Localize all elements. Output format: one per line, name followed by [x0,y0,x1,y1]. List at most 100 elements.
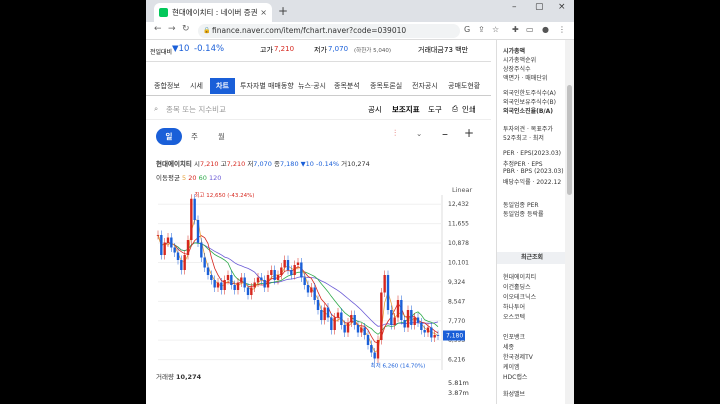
open-value: 7,210 [199,160,219,168]
address-bar[interactable]: 🔒 finance.naver.com/item/fchart.naver?co… [198,24,460,38]
tab-disclosure[interactable]: 전자공시 [412,81,438,91]
tab-analysis[interactable]: 종목분석 [334,81,360,91]
min-annotation: 최저 6,260 (14.70%) [371,362,426,370]
close-window-button[interactable]: × [558,2,566,12]
tab-overview[interactable]: 종합정보 [154,81,180,91]
candle-body [223,280,226,290]
tab-chart[interactable]: 차트 [210,78,235,94]
candle-body [286,260,290,270]
recent-item[interactable]: 인포뱅크 [503,332,525,341]
extensions-icon[interactable]: ✚ [512,25,519,34]
tab-discussion[interactable]: 종목토론실 [370,81,402,91]
stock-name: 현대에이치티 [156,160,192,168]
recent-item[interactable]: 이오테크닉스 [503,292,536,301]
ma120-line [157,234,439,327]
y-tick-label: 9,324 [448,279,465,286]
candle-body [316,300,320,310]
candle-body [253,282,256,288]
zoom-out-icon[interactable]: – [442,127,448,141]
minimize-button[interactable]: – [512,2,517,12]
recent-item[interactable]: 이건홀딩스 [503,282,531,291]
recent-item[interactable]: HDC랩스 [503,372,527,381]
candle-body [306,285,310,293]
change-pct: -0.14% [194,44,225,54]
tab-title: 현대에이치티 : 네이버 증권 [172,8,258,17]
print-button[interactable]: 인쇄 [462,104,476,115]
volume-info: 거래량 10,274 5.81m 3.87m [156,371,469,397]
per-eps: PER · EPS(2023.03) [503,150,562,157]
close-tab-icon[interactable]: × [260,8,267,17]
print-icon[interactable]: ⎙ [452,104,458,114]
profile-avatar-icon[interactable]: ● [542,25,549,34]
recent-item[interactable]: 하나투어 [503,302,525,311]
ma5-line [157,219,439,353]
recent-item[interactable]: 오스코텍 [503,312,525,321]
candle-body [210,275,213,280]
candle-body [213,280,216,288]
recent-item[interactable]: 한국경제TV [503,352,533,361]
candle-body [293,265,296,275]
reload-icon[interactable]: ↻ [182,24,190,34]
tab-investor-trend[interactable]: 투자자별 매매동향 [240,81,294,91]
lock-icon: 🔒 [203,27,211,34]
candle-type-icon[interactable]: ⫶ [394,129,396,139]
period-month-button[interactable]: 월 [218,131,225,142]
candle-body [330,317,333,330]
chevron-down-icon[interactable]: ⌄ [416,129,422,138]
candle-body [156,235,160,236]
candle-body [396,300,400,318]
candle-body [373,352,376,359]
ma20-line [157,234,439,344]
back-icon[interactable]: ← [154,24,162,34]
y-tick-label: 7,770 [448,318,465,325]
google-icon[interactable]: G [464,25,470,34]
stock-tab-menu: 종합정보 시세 차트 투자자별 매매동향 뉴스·공시 종목분석 종목토론실 전자… [146,76,491,96]
high-value2: 7,210 [226,160,246,168]
zoom-in-icon[interactable]: + [464,126,474,140]
tab-short-selling[interactable]: 공매도현황 [448,81,480,91]
candle-body [393,317,396,325]
browser-tab[interactable]: 현대에이치티 : 네이버 증권 × [154,3,272,22]
price-chart[interactable]: Linear 12,432 11,655 10,878 10,101 9,324 8,54… [146,185,491,370]
tools-button[interactable]: 도구 [428,104,442,115]
candle-body [233,285,236,290]
new-tab-button[interactable]: + [278,4,288,18]
candle-body [256,277,260,283]
recent-item[interactable]: 세종 [503,342,514,351]
scrollbar-thumb[interactable] [567,85,572,195]
low-limit: (하한가 5,040) [354,48,391,54]
candle-body [276,275,280,280]
moving-average-legend: 이동평균 5 20 60 120 [156,172,221,182]
period-week-button[interactable]: 주 [191,131,198,142]
candle-body [186,240,190,255]
compare-search-input[interactable]: 종목 또는 지수비교 [166,104,226,115]
period-day-button[interactable]: 일 [156,128,182,145]
y-tick-label: 11,655 [448,221,469,228]
scale-label[interactable]: Linear [452,186,473,194]
forward-icon[interactable]: → [168,24,176,34]
share-icon[interactable]: ⇪ [478,25,485,34]
recent-item[interactable]: 화성밸브 [503,389,525,398]
maximize-button[interactable]: ▢ [535,2,544,12]
tab-quote[interactable]: 시세 [190,81,203,91]
sidebar-icon[interactable]: ▭ [526,25,534,34]
candle-body [230,275,233,285]
chart-toolbar: ⌕ 종목 또는 지수비교 공시 보조지표 도구 ⎙ 인쇄 [146,98,491,120]
candle-body [226,275,230,280]
candle-body [310,287,313,293]
week52-range: 52주최고 · 최저 [503,135,544,142]
y-tick-label: 10,878 [448,240,469,247]
recent-item[interactable]: 케이엠 [503,362,520,371]
menu-kebab-icon[interactable]: ⋮ [558,25,566,34]
disclosure-button[interactable]: 공시 [368,104,382,115]
candle-body [326,307,330,318]
low-value2: 7,070 [253,160,272,168]
candle-body [163,242,166,255]
bookmark-star-icon[interactable]: ☆ [492,25,499,34]
candle-body [176,252,180,260]
indicator-button[interactable]: 보조지표 [392,104,420,115]
candle-body [430,327,433,338]
recent-item[interactable]: 현대에이치티 [503,272,536,281]
tab-news[interactable]: 뉴스·공시 [298,81,326,91]
close-value: 7,180 [279,160,299,168]
